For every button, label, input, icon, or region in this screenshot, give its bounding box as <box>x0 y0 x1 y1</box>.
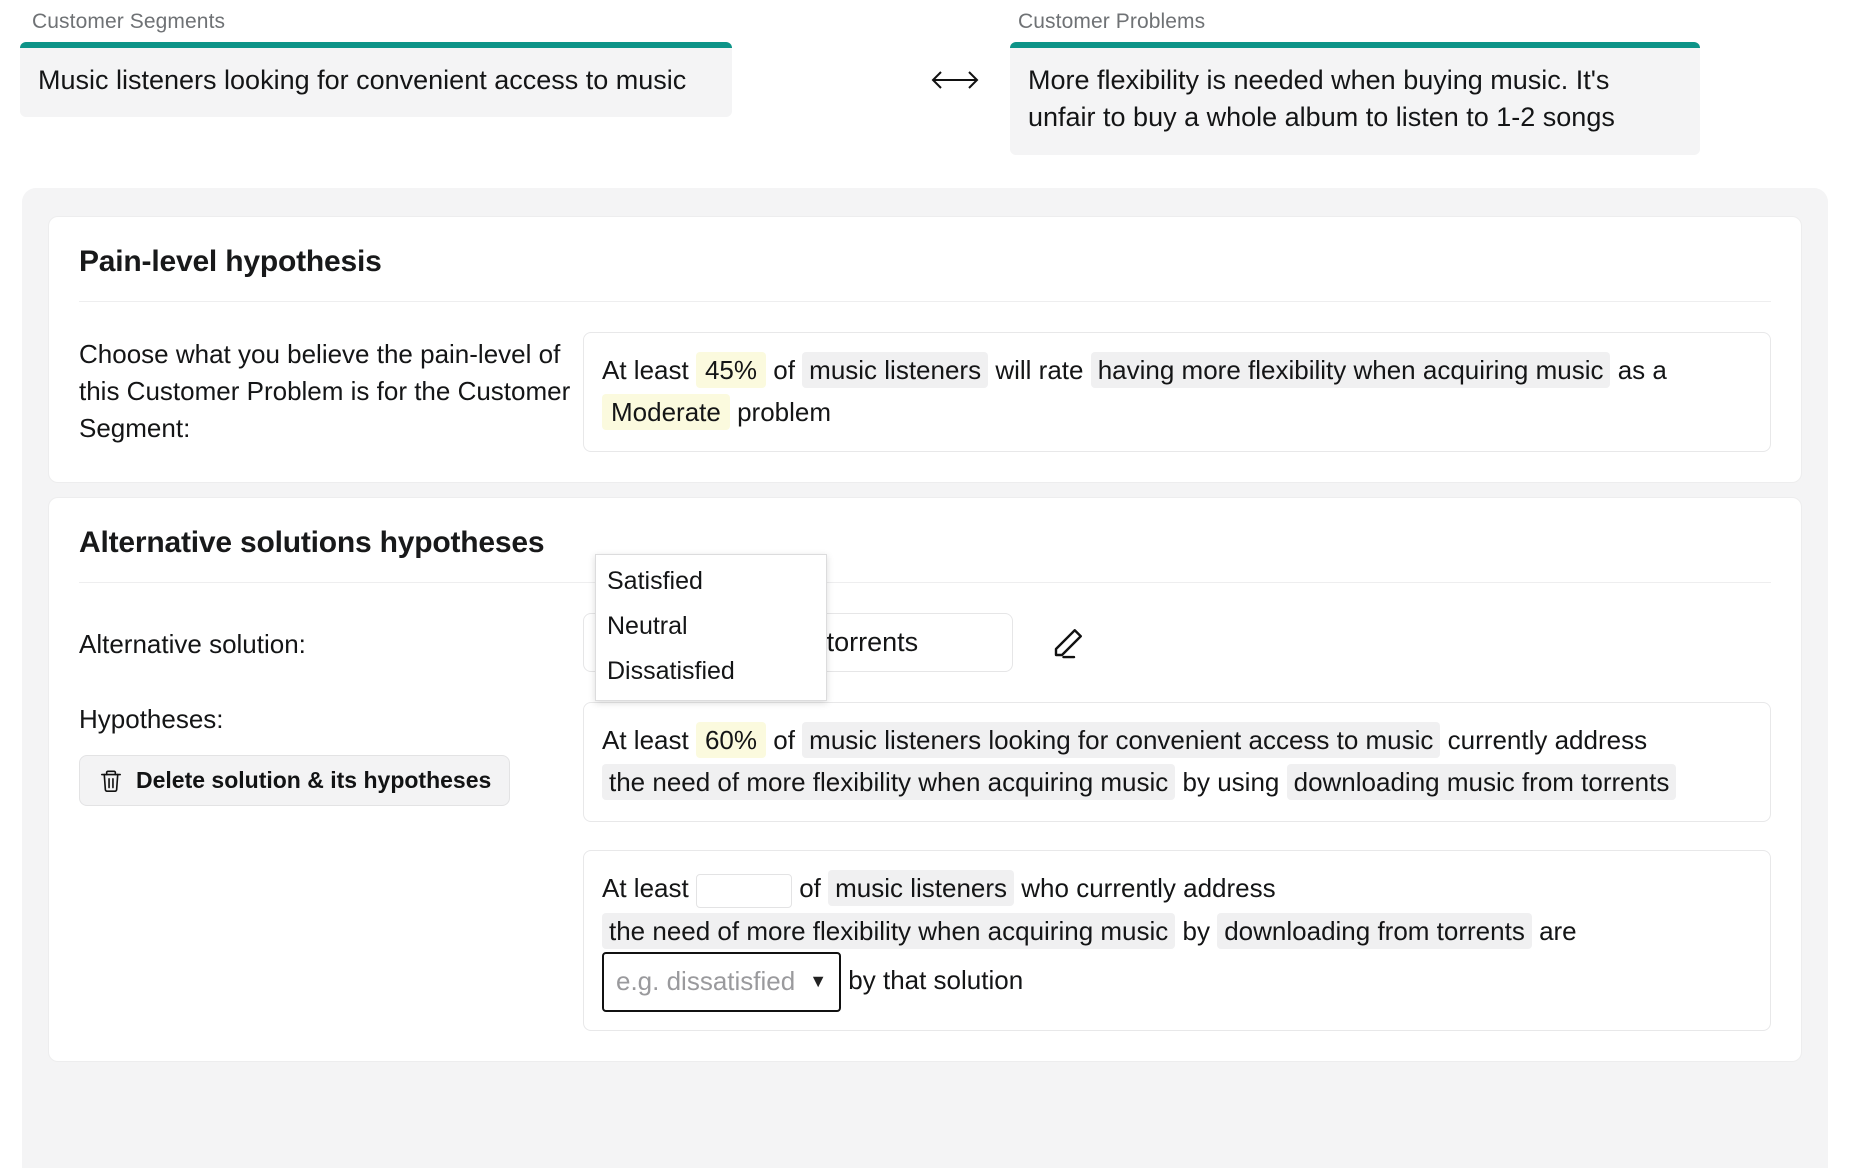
hypotheses-label: Hypotheses: <box>79 704 224 735</box>
pain-level-field-row: Choose what you believe the pain-level o… <box>79 332 1771 453</box>
stmt-will-rate: will rate <box>995 355 1084 385</box>
stmt-tail: problem <box>737 397 832 428</box>
pain-level-card: Pain-level hypothesis Choose what you be… <box>48 216 1802 484</box>
h1-using: using <box>1217 767 1280 798</box>
satisfaction-dropdown-menu[interactable]: Satisfied Neutral Dissatisfied <box>595 554 827 702</box>
h2-need-token: the need of more flexibility when acquir… <box>602 912 1176 949</box>
h1-lead: At least <box>602 725 689 756</box>
alternative-solution-row: Alternative solution: downloading from t… <box>79 613 1771 673</box>
segment-problem-header: Customer Segments Music listeners lookin… <box>0 0 1850 160</box>
customer-problems-column: Customer Problems More flexibility is ne… <box>1010 0 1830 155</box>
pain-level-card-title: Pain-level hypothesis <box>79 245 382 278</box>
h1-by: by <box>1182 767 1210 798</box>
hypothesis-one-statement[interactable]: At least 60% of music listeners looking … <box>583 702 1771 823</box>
dropdown-option-satisfied[interactable]: Satisfied <box>596 559 826 604</box>
customer-problem-chip[interactable]: More flexibility is needed when buying m… <box>1010 42 1700 155</box>
chevron-down-icon: ▼ <box>809 970 828 991</box>
h2-segment-token: music listeners <box>828 870 1015 907</box>
relationship-connector <box>900 0 1010 160</box>
app-root: Customer Segments Music listeners lookin… <box>0 0 1850 1168</box>
h2-of: of <box>799 873 821 904</box>
hypotheses-right-column: At least 60% of music listeners looking … <box>583 554 1771 1031</box>
pain-level-problem-token: having more flexibility when acquiring m… <box>1090 352 1611 388</box>
card-divider <box>79 301 1771 302</box>
h2-are: are <box>1539 915 1577 946</box>
h1-percent-token[interactable]: 60% <box>695 722 766 759</box>
hypotheses-left-column: Hypotheses: Delete solution & its hypoth… <box>79 702 583 807</box>
satisfaction-select[interactable]: e.g. dissatisfied ▼ <box>602 951 842 1012</box>
alternative-solution-label: Alternative solution: <box>79 629 306 660</box>
h2-lead: At least <box>602 873 689 904</box>
stmt-of: of <box>773 355 795 385</box>
customer-problems-label: Customer Problems <box>1018 10 1206 33</box>
edit-solution-button[interactable] <box>1039 614 1097 672</box>
h1-of: of <box>773 725 795 756</box>
h2-percent-input[interactable] <box>695 873 792 908</box>
pain-level-instruction: Choose what you believe the pain-level o… <box>79 339 571 443</box>
customer-segments-column: Customer Segments Music listeners lookin… <box>0 0 900 118</box>
alternative-solutions-card: Alternative solutions hypotheses Alterna… <box>48 497 1802 1062</box>
h1-currently-address: currently address <box>1447 725 1648 756</box>
h2-solution-token: downloading from torrents <box>1217 912 1532 949</box>
customer-problem-text: More flexibility is needed when buying m… <box>1028 65 1615 133</box>
pencil-icon <box>1054 628 1082 659</box>
h2-by: by <box>1182 915 1210 946</box>
pain-level-segment-token: music listeners <box>802 352 989 388</box>
dropdown-option-neutral[interactable]: Neutral <box>596 604 826 649</box>
h2-who-currently-address: who currently address <box>1021 873 1276 904</box>
pain-level-level-token[interactable]: Moderate <box>602 394 730 431</box>
dropdown-option-dissatisfied[interactable]: Dissatisfied <box>596 649 826 694</box>
stmt-lead: At least <box>602 355 689 385</box>
hypothesis-two-statement[interactable]: At least of music listeners who currentl… <box>583 850 1771 1031</box>
customer-segment-text: Music listeners looking for convenient a… <box>38 65 687 95</box>
pain-level-percent-token[interactable]: 45% <box>695 352 766 388</box>
delete-solution-button[interactable]: Delete solution & its hypotheses <box>79 755 511 807</box>
trash-icon <box>100 770 122 792</box>
left-right-arrow-icon <box>931 71 979 89</box>
h1-solution-token: downloading music from torrents <box>1286 764 1677 801</box>
h2-tail: by that solution <box>848 964 1024 995</box>
h1-segment-token: music listeners looking for convenient a… <box>802 722 1441 759</box>
hypotheses-row: Hypotheses: Delete solution & its hypoth… <box>79 554 1771 1031</box>
stmt-as-a: as a <box>1617 355 1667 385</box>
delete-solution-button-label: Delete solution & its hypotheses <box>136 767 492 794</box>
customer-segment-chip[interactable]: Music listeners looking for convenient a… <box>20 42 732 118</box>
satisfaction-select-placeholder: e.g. dissatisfied <box>616 965 796 996</box>
hypotheses-panel: Pain-level hypothesis Choose what you be… <box>22 188 1828 1168</box>
alternative-solutions-card-title: Alternative solutions hypotheses <box>79 526 545 560</box>
card-divider <box>79 582 1771 584</box>
pain-level-statement[interactable]: At least 45% of music listeners will rat… <box>583 332 1771 453</box>
customer-segments-label: Customer Segments <box>32 10 226 33</box>
h1-need-token: the need of more flexibility when acquir… <box>602 764 1176 801</box>
